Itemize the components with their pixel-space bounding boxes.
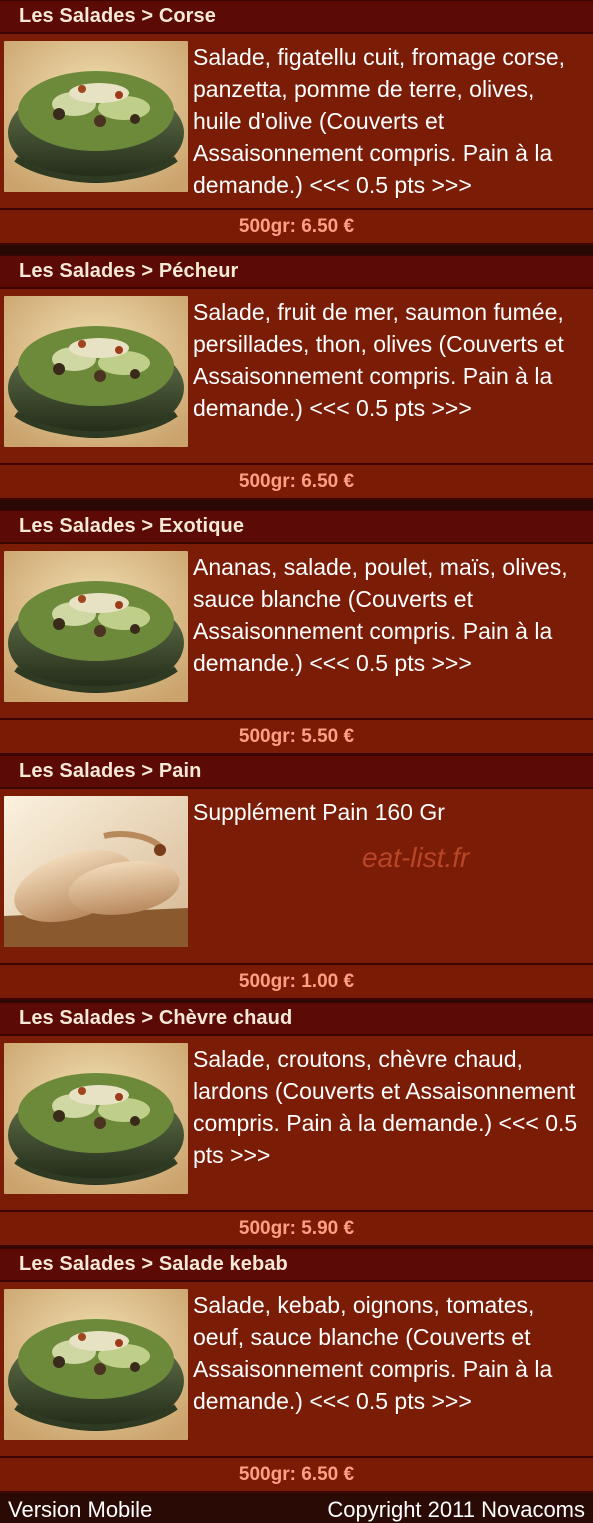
menu-item[interactable]: Les Salades > Chèvre chaud Salade, crout…: [0, 1002, 593, 1247]
price-label: 500gr: 6.50 €: [0, 208, 593, 245]
price-label: 500gr: 6.50 €: [0, 463, 593, 500]
item-title[interactable]: Les Salades > Exotique: [0, 510, 593, 544]
footer: Version Mobile Copyright 2011 Novacoms: [0, 1497, 593, 1523]
bread-image: [4, 796, 188, 947]
salad-image: [4, 296, 188, 447]
price-label: 500gr: 5.90 €: [0, 1210, 593, 1247]
menu-item[interactable]: Les Salades > Salade kebab Salade, kebab…: [0, 1248, 593, 1493]
item-body: Salade, croutons, chèvre chaud, lardons …: [0, 1036, 593, 1210]
watermark-text: eat-list.fr: [362, 842, 470, 873]
item-title[interactable]: Les Salades > Chèvre chaud: [0, 1002, 593, 1036]
item-description: Salade, kebab, oignons, tomates, oeuf, s…: [193, 1292, 553, 1414]
price-label: 500gr: 6.50 €: [0, 1456, 593, 1493]
menu-item[interactable]: Les Salades > Corse Salade, figatellu cu…: [0, 0, 593, 245]
price-label: 500gr: 5.50 €: [0, 718, 593, 755]
item-title[interactable]: Les Salades > Corse: [0, 0, 593, 34]
item-description: Salade, croutons, chèvre chaud, lardons …: [193, 1046, 578, 1168]
price-label: 500gr: 1.00 €: [0, 963, 593, 1000]
copyright-text: Copyright 2011 Novacoms: [327, 1497, 585, 1522]
salad-image: [4, 1043, 188, 1194]
item-body: Supplément Pain 160 Gr: [0, 789, 593, 963]
salad-image: [4, 1289, 188, 1440]
salad-image: [4, 41, 188, 192]
item-description: Salade, fruit de mer, saumon fumée, pers…: [193, 299, 564, 421]
item-description: Supplément Pain 160 Gr: [193, 799, 445, 825]
item-title[interactable]: Les Salades > Salade kebab: [0, 1248, 593, 1282]
menu-item[interactable]: Les Salades > Pécheur Salade, fruit de m…: [0, 255, 593, 500]
item-description: Ananas, salade, poulet, maïs, olives, sa…: [193, 554, 568, 676]
menu-item[interactable]: Les Salades > Pain Supplément Pain 160 G…: [0, 755, 593, 1000]
item-title[interactable]: Les Salades > Pain: [0, 755, 593, 789]
salad-image: [4, 551, 188, 702]
item-title[interactable]: Les Salades > Pécheur: [0, 255, 593, 289]
item-body: Salade, kebab, oignons, tomates, oeuf, s…: [0, 1282, 593, 1456]
item-body: Salade, figatellu cuit, fromage corse, p…: [0, 34, 593, 208]
version-mobile-link[interactable]: Version Mobile: [8, 1497, 152, 1523]
menu-page: Les Salades > Corse Salade, figatellu cu…: [0, 0, 593, 1523]
item-description: Salade, figatellu cuit, fromage corse, p…: [193, 44, 566, 198]
item-body: Salade, fruit de mer, saumon fumée, pers…: [0, 289, 593, 463]
menu-item[interactable]: Les Salades > Exotique Ananas, salade, p…: [0, 510, 593, 755]
item-body: Ananas, salade, poulet, maïs, olives, sa…: [0, 544, 593, 718]
